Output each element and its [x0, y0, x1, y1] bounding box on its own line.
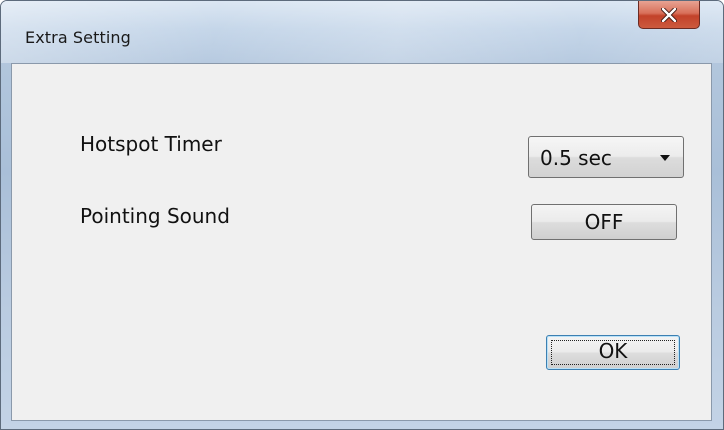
dropdown-arrow-icon — [660, 155, 670, 161]
window-title: Extra Setting — [25, 28, 131, 47]
hotspot-timer-dropdown[interactable]: 0.5 sec — [528, 136, 684, 178]
ok-button[interactable]: OK — [546, 335, 680, 370]
close-x-icon — [661, 7, 677, 22]
pointing-sound-toggle-button[interactable]: OFF — [531, 204, 677, 240]
ok-button-label: OK — [598, 339, 628, 363]
close-button[interactable] — [638, 1, 700, 29]
hotspot-timer-value: 0.5 sec — [540, 146, 612, 170]
pointing-sound-label: Pointing Sound — [80, 204, 230, 228]
extra-setting-window: Extra Setting Hotspot Timer 0.5 sec Poin… — [0, 0, 724, 430]
hotspot-timer-label: Hotspot Timer — [80, 132, 222, 156]
title-bar[interactable]: Extra Setting — [1, 1, 723, 63]
dialog-content: Hotspot Timer 0.5 sec Pointing Sound OFF… — [11, 63, 712, 421]
